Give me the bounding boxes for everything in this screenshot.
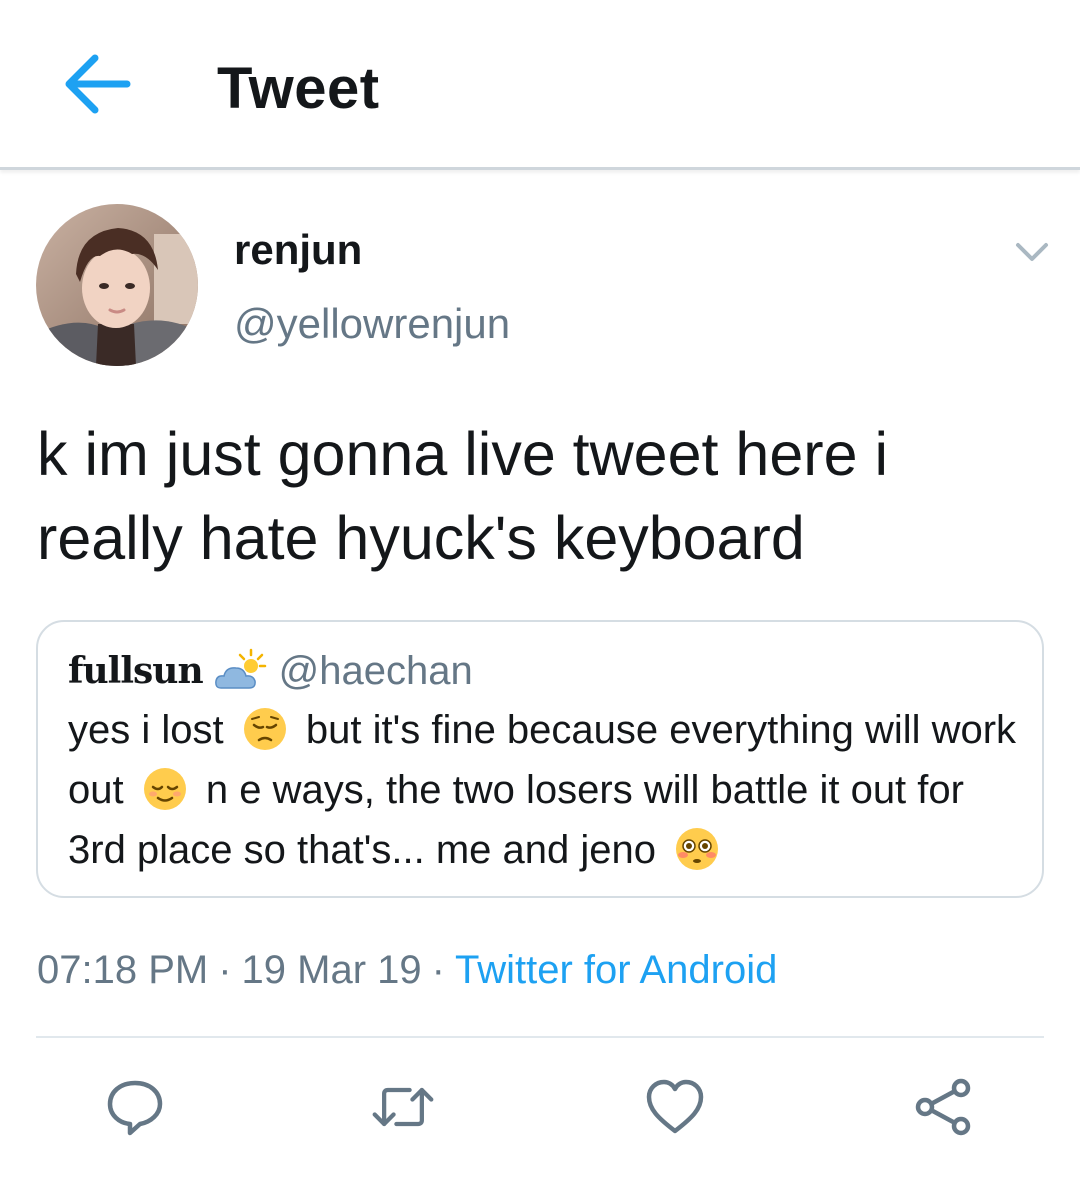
share-button[interactable] <box>910 1074 976 1140</box>
tweet-source-link[interactable]: Twitter for Android <box>455 948 777 992</box>
retweet-button[interactable] <box>370 1074 436 1140</box>
meta-separator: · <box>218 948 232 992</box>
author-handle[interactable]: @yellowrenjun <box>234 300 510 348</box>
reply-button[interactable] <box>102 1074 168 1140</box>
tweet-options-button[interactable] <box>1008 228 1056 276</box>
chevron-down-icon <box>1016 243 1048 261</box>
tweet-date: 19 Mar 19 <box>241 948 422 992</box>
like-button[interactable] <box>642 1074 708 1140</box>
tweet-detail-screen: Tweet renjun @yellowrenjun k im just gon… <box>0 0 1080 1184</box>
divider <box>36 1036 1044 1038</box>
relieved-face-emoji-icon <box>143 768 186 810</box>
page-title: Tweet <box>217 56 380 121</box>
arrow-left-icon <box>65 54 131 114</box>
back-button[interactable] <box>58 50 134 118</box>
author-name[interactable]: renjun <box>234 226 362 274</box>
quoted-text-segment: n e ways, the two losers will battle it … <box>68 768 964 872</box>
share-icon <box>915 1078 971 1136</box>
app-header: Tweet <box>0 0 1080 170</box>
flushed-face-emoji-icon <box>676 828 719 870</box>
retweet-icon <box>372 1087 434 1127</box>
pensive-face-emoji-icon <box>243 708 286 750</box>
quoted-tweet-header: fullsun @haechan <box>68 648 473 694</box>
meta-separator: · <box>431 948 445 992</box>
sun-behind-cloud-emoji-icon <box>214 648 266 689</box>
quoted-author-handle: @haechan <box>278 648 473 693</box>
reply-icon <box>107 1080 163 1136</box>
quoted-text-segment: yes i lost <box>68 708 224 752</box>
quoted-tweet-text: yes i lost but it's fine because everyth… <box>68 700 1028 880</box>
tweet-time: 07:18 PM <box>37 948 209 992</box>
heart-icon <box>646 1079 704 1134</box>
quoted-tweet-card[interactable]: fullsun @haechan yes i lost but it's fin… <box>36 620 1044 898</box>
quoted-author-name: fullsun <box>68 650 204 692</box>
avatar[interactable] <box>36 204 198 366</box>
tweet-meta: 07:18 PM · 19 Mar 19 · Twitter for Android <box>37 948 777 993</box>
tweet-text: k im just gonna live tweet here i really… <box>37 420 889 572</box>
